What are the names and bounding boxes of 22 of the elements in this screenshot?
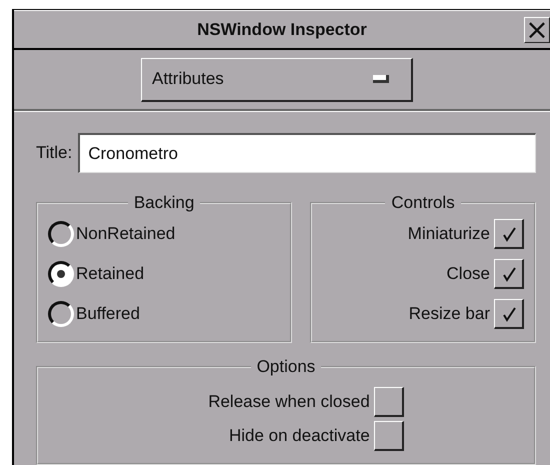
close-button[interactable]: ×	[524, 17, 550, 43]
checkbox-label: Release when closed	[208, 392, 370, 412]
checkbox-label: Miniaturize	[408, 224, 490, 244]
checkbox[interactable]	[494, 219, 524, 249]
checkbox-label: Resize bar	[408, 304, 490, 324]
window-title: NSWindow Inspector	[197, 20, 367, 40]
checkbox[interactable]	[494, 259, 524, 289]
radio-option[interactable]: Retained	[48, 257, 144, 291]
radio-option[interactable]: NonRetained	[48, 217, 176, 251]
radio-option[interactable]: Buffered	[48, 297, 140, 331]
checkbox[interactable]	[494, 299, 524, 329]
checkbox-label: Hide on deactivate	[228, 426, 370, 446]
title-field[interactable]: Cronometro	[78, 133, 536, 173]
checkmark-icon	[500, 266, 516, 282]
checkmark-icon	[500, 306, 516, 322]
field-label: Title:	[36, 143, 72, 163]
checkbox[interactable]	[374, 421, 404, 451]
checkbox-label: Close	[446, 264, 490, 284]
popup-button[interactable]: Attributes	[141, 58, 413, 102]
checkbox[interactable]	[374, 387, 404, 417]
popup-icon	[373, 75, 389, 84]
checkmark-icon	[500, 226, 516, 242]
